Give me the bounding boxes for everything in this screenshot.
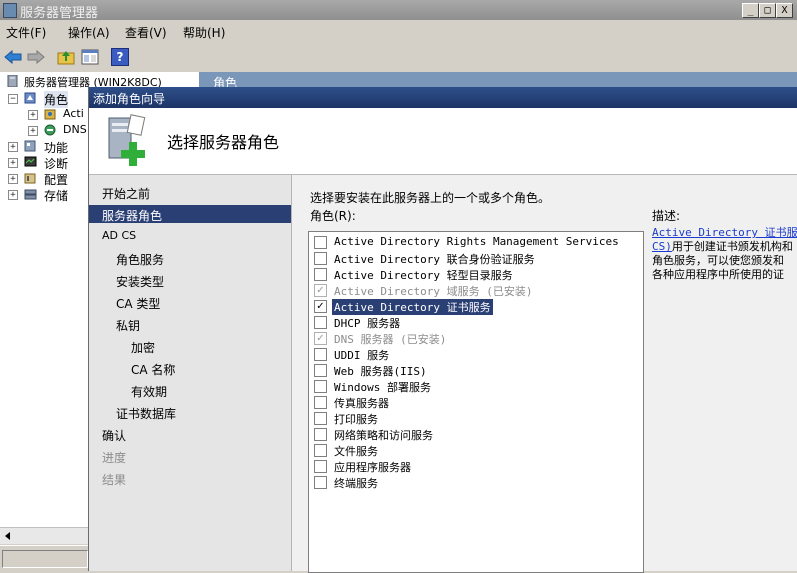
- collapse-icon[interactable]: −: [8, 94, 18, 104]
- step-validity-period[interactable]: 有效期: [131, 383, 167, 400]
- server-add-role-icon: [108, 114, 146, 166]
- status-pane: [2, 550, 88, 568]
- window-title: 服务器管理器: [20, 6, 99, 21]
- description-link-cont[interactable]: CS): [652, 240, 672, 253]
- roles-list-label: 角色(R):: [310, 209, 356, 223]
- scroll-left-icon[interactable]: [4, 532, 12, 540]
- step-confirmation[interactable]: 确认: [102, 427, 126, 444]
- role-checkbox[interactable]: [314, 268, 327, 281]
- expand-icon[interactable]: +: [28, 110, 38, 120]
- expand-icon[interactable]: +: [8, 190, 18, 200]
- expand-icon[interactable]: +: [8, 158, 18, 168]
- step-private-key[interactable]: 私钥: [116, 317, 140, 334]
- role-checkbox[interactable]: [314, 364, 327, 377]
- instruction-text: 选择要安装在此服务器上的一个或多个角色。: [310, 191, 551, 205]
- role-checkbox[interactable]: [314, 236, 327, 249]
- tree-storage[interactable]: 存储: [44, 187, 68, 204]
- description-text: Active Directory 证书服务 CS)用于创建证书颁发机构和 角色服…: [652, 226, 797, 282]
- role-checkbox[interactable]: [314, 396, 327, 409]
- dialog-titlebar: 添加角色向导: [89, 87, 797, 108]
- tree-roles-acti[interactable]: Acti: [63, 107, 84, 120]
- step-ad-cs[interactable]: AD CS: [102, 229, 136, 242]
- server-manager-app-icon: [3, 3, 17, 18]
- tree-configuration[interactable]: 配置: [44, 171, 68, 188]
- step-certificate-database[interactable]: 证书数据库: [116, 405, 176, 422]
- description-label: 描述:: [652, 209, 681, 223]
- wizard-page-heading: 选择服务器角色: [167, 133, 280, 152]
- role-checkbox[interactable]: [314, 348, 327, 361]
- tree-roles[interactable]: 角色: [44, 91, 69, 108]
- forward-icon[interactable]: [26, 47, 46, 67]
- step-ca-type[interactable]: CA 类型: [116, 295, 160, 312]
- window-titlebar: 服务器管理器 _ □ X: [0, 0, 797, 21]
- step-server-roles[interactable]: 服务器角色: [102, 207, 162, 224]
- role-checkbox-checked-disabled: ✓: [314, 332, 327, 345]
- menu-view[interactable]: 查看(V): [125, 24, 167, 41]
- role-checkbox[interactable]: [314, 252, 327, 265]
- role-checkbox[interactable]: [314, 380, 327, 393]
- minimize-button[interactable]: _: [742, 3, 759, 18]
- step-progress: 进度: [102, 451, 127, 465]
- role-checkbox[interactable]: [314, 428, 327, 441]
- diagnostics-icon: [24, 156, 37, 167]
- storage-icon: [24, 189, 37, 200]
- step-cryptography[interactable]: 加密: [131, 339, 155, 356]
- configuration-icon: [24, 173, 36, 184]
- menu-action[interactable]: 操作(A): [68, 24, 110, 41]
- back-icon[interactable]: [3, 47, 23, 67]
- menu-file[interactable]: 文件(F): [6, 24, 46, 41]
- wizard-banner: 选择服务器角色: [89, 108, 797, 175]
- tree-features[interactable]: 功能: [44, 139, 68, 156]
- expand-icon[interactable]: +: [8, 142, 18, 152]
- role-checkbox[interactable]: [314, 476, 327, 489]
- maximize-button[interactable]: □: [759, 3, 776, 18]
- menu-help[interactable]: 帮助(H): [183, 24, 225, 41]
- description-line-2: 用于创建证书颁发机构和: [671, 240, 793, 253]
- close-button[interactable]: X: [776, 3, 793, 18]
- toolbar: ?: [0, 42, 797, 73]
- tree-diagnostics[interactable]: 诊断: [44, 155, 68, 172]
- up-folder-icon[interactable]: [56, 47, 76, 67]
- wizard-steps: 开始之前 服务器角色 AD CS 角色服务 安装类型 CA 类型 私钥 加密 C…: [89, 175, 292, 571]
- tree-roles-dns[interactable]: DNS: [63, 123, 87, 136]
- role-checkbox[interactable]: [314, 460, 327, 473]
- role-checkbox[interactable]: [314, 444, 327, 457]
- dns-icon: [44, 124, 56, 136]
- dialog-title: 添加角色向导: [93, 92, 166, 106]
- roles-icon: [24, 92, 36, 104]
- role-checkbox-checked[interactable]: ✓: [314, 300, 327, 313]
- description-link[interactable]: Active Directory 证书服务: [652, 226, 797, 239]
- description-line-3: 角色服务，可以使您颁发和: [652, 254, 784, 267]
- features-icon: [24, 140, 36, 152]
- help-icon[interactable]: ?: [111, 48, 129, 66]
- role-checkbox-checked-disabled: ✓: [314, 284, 327, 297]
- step-setup-type[interactable]: 安装类型: [116, 273, 164, 290]
- roles-checklist[interactable]: Active Directory Rights Management Servi…: [308, 231, 644, 573]
- properties-icon[interactable]: [80, 47, 100, 67]
- add-roles-wizard-dialog: 添加角色向导 选择服务器角色 开始之前 服务器角色 AD CS 角色服务 安装类…: [88, 87, 797, 573]
- menu-bar: 文件(F) 操作(A) 查看(V) 帮助(H): [0, 20, 797, 42]
- step-results: 结果: [102, 473, 127, 487]
- active-directory-icon: [44, 109, 56, 120]
- description-line-4: 各种应用程序中所使用的证: [652, 268, 784, 281]
- role-checkbox[interactable]: [314, 316, 327, 329]
- step-before-you-begin[interactable]: 开始之前: [102, 185, 150, 202]
- expand-icon[interactable]: +: [28, 126, 38, 136]
- server-icon: [7, 75, 18, 87]
- status-bar: [0, 545, 90, 572]
- step-role-services[interactable]: 角色服务: [116, 251, 164, 268]
- step-ca-name[interactable]: CA 名称: [131, 361, 175, 378]
- expand-icon[interactable]: +: [8, 174, 18, 184]
- role-checkbox[interactable]: [314, 412, 327, 425]
